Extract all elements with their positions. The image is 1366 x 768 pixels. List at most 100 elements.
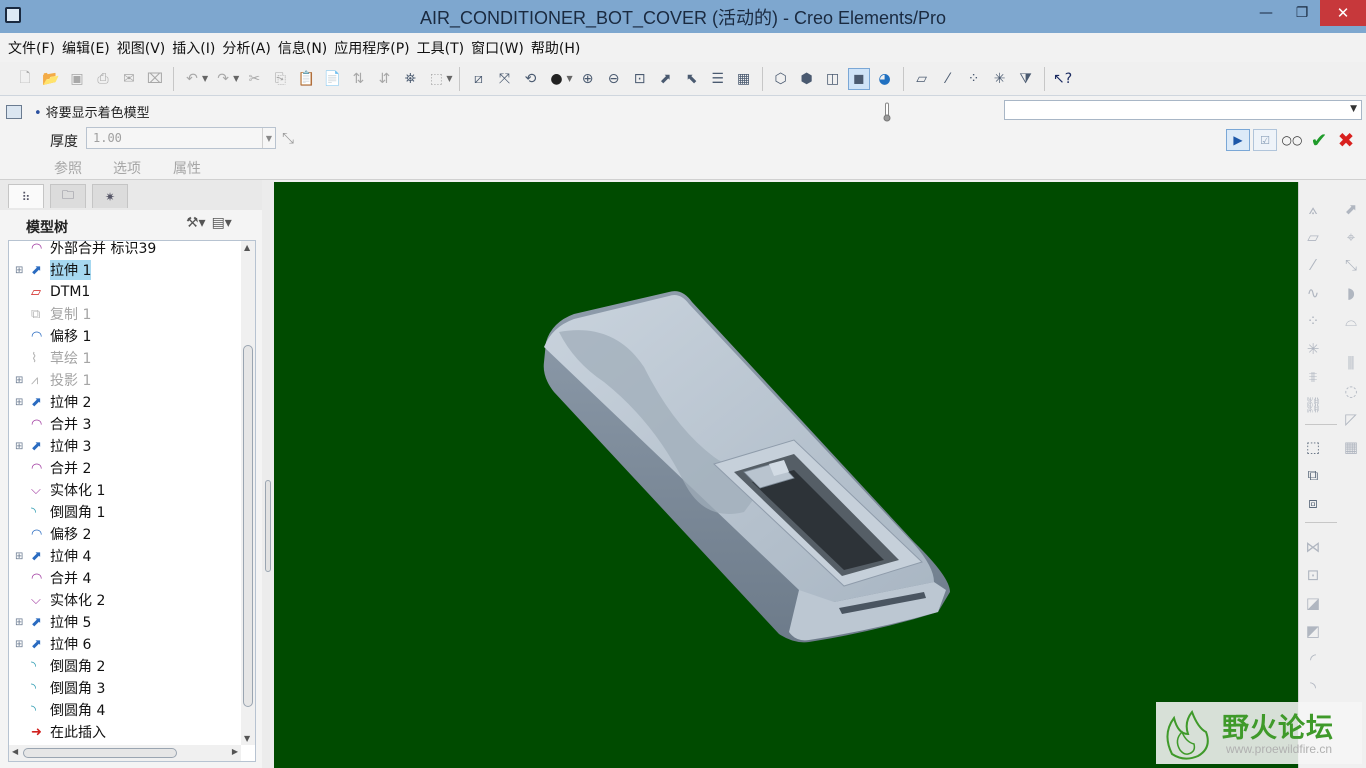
scroll-thumb[interactable] [243, 345, 253, 707]
thickness-input[interactable]: 1.00 [86, 127, 276, 149]
datum-axis-tool-icon[interactable]: ⁄ [1301, 254, 1325, 276]
vertical-scrollbar[interactable]: ▲ ▼ [241, 241, 255, 745]
open-file-icon[interactable]: 📂 [40, 68, 62, 90]
select-box-icon[interactable]: ⬚ [425, 68, 447, 90]
paste-icon[interactable]: 📋 [295, 68, 317, 90]
point-display-icon[interactable]: ⁘ [963, 68, 985, 90]
analysis-tool-icon[interactable]: ⩨ [1301, 366, 1325, 388]
shading-icon[interactable]: ◼ [847, 67, 870, 90]
tree-item[interactable]: ◠ 偏移 1 [9, 325, 241, 347]
thicken-tool-icon[interactable]: ◪ [1301, 592, 1325, 614]
menu-tools[interactable]: 工具(T) [413, 38, 467, 58]
merge-tool-icon[interactable]: ⋈ [1301, 536, 1325, 558]
expand-icon[interactable]: ⊞ [15, 551, 27, 562]
find-binoculars-icon[interactable]: ⛯ [399, 68, 421, 90]
enhanced-realism-icon[interactable]: ◕ [874, 68, 896, 90]
regenerate-icon[interactable]: ⇅ [347, 68, 369, 90]
tab-references[interactable]: 参照 [54, 158, 82, 178]
datum-point-tool-icon[interactable]: ⁘ [1301, 310, 1325, 332]
undo-icon[interactable]: ↶ [181, 68, 203, 90]
spin-center-icon[interactable]: ⤧ [493, 68, 515, 90]
tree-item[interactable]: ⌵ 实体化 1 [9, 479, 241, 501]
tree-item[interactable]: ⌇ 草绘 1 [9, 347, 241, 369]
datum-sketch-icon[interactable]: ⟑ [1301, 198, 1325, 220]
cut-icon[interactable]: ✂ [243, 68, 265, 90]
blend-tool-icon[interactable]: ◗ [1339, 282, 1363, 304]
dashboard-toggle-icon[interactable] [6, 105, 22, 119]
plane-display-icon[interactable]: ▱ [911, 68, 933, 90]
context-help-icon[interactable]: ↖? [1052, 68, 1074, 90]
tree-item[interactable]: ⊞ ⬈ 拉伸 5 [9, 611, 241, 633]
tab-properties[interactable]: 属性 [173, 158, 201, 178]
filter-select[interactable]: ▼ [1004, 100, 1362, 120]
restore-button[interactable]: ❐ [1284, 0, 1320, 26]
tree-item[interactable]: ◝ 倒圆角 3 [9, 677, 241, 699]
flip-direction-icon[interactable]: ⤡ [282, 129, 294, 147]
copy-icon[interactable]: ⎘ [269, 68, 291, 90]
menu-analysis[interactable]: 分析(A) [218, 38, 274, 58]
reorient-icon[interactable]: ⬈ [655, 68, 677, 90]
email-link-icon[interactable]: ⌧ [144, 68, 166, 90]
tree-item[interactable]: ⊞ ⬈ 拉伸 4 [9, 545, 241, 567]
tree-item[interactable]: ◠ 外部合并 标识39 [9, 241, 241, 259]
tree-item[interactable]: ◠ 偏移 2 [9, 523, 241, 545]
tree-item[interactable]: ⌵ 实体化 2 [9, 589, 241, 611]
app-icon[interactable] [5, 7, 21, 23]
tree-item[interactable]: ◝ 倒圆角 2 [9, 655, 241, 677]
thickness-dropdown-icon[interactable]: ▼ [262, 128, 275, 148]
refit-icon[interactable]: ⊡ [629, 68, 651, 90]
expand-icon[interactable]: ⊞ [15, 441, 27, 452]
extrude-tool-icon[interactable]: ⬈ [1339, 198, 1363, 220]
splitter-grip[interactable] [265, 480, 271, 572]
save-icon[interactable]: ▣ [66, 68, 88, 90]
redo-icon[interactable]: ↷ [212, 68, 234, 90]
menu-insert[interactable]: 插入(I) [168, 38, 218, 58]
tree-item[interactable]: ⊞ ⬈ 拉伸 3 [9, 435, 241, 457]
paste-special-icon[interactable]: 📄 [321, 68, 343, 90]
email-icon[interactable]: ✉ [118, 68, 140, 90]
offset-tool-icon[interactable]: ⊡ [1301, 564, 1325, 586]
verify-preview-checkbox[interactable]: ☑ [1253, 129, 1277, 151]
datum-curve-tool-icon[interactable]: ∿ [1301, 282, 1325, 304]
scroll-up-icon[interactable]: ▲ [244, 243, 250, 252]
hscroll-thumb[interactable] [23, 748, 177, 758]
chain-tool-icon[interactable]: ⛓ [1301, 394, 1325, 416]
print-icon[interactable]: ⎙ [92, 68, 114, 90]
expand-icon[interactable]: ⊞ [15, 639, 27, 650]
tree-item[interactable]: ◝ 倒圆角 1 [9, 501, 241, 523]
tree-item[interactable]: ◠ 合并 4 [9, 567, 241, 589]
menu-window[interactable]: 窗口(W) [467, 38, 527, 58]
panel-splitter[interactable] [262, 180, 274, 768]
datum-csys-tool-icon[interactable]: ✳ [1301, 338, 1325, 360]
tree-item[interactable]: ◠ 合并 2 [9, 457, 241, 479]
chamfer-tool-icon[interactable]: ◝ [1301, 676, 1325, 698]
group-tool-icon[interactable]: ⧉ [1301, 464, 1325, 486]
scroll-down-icon[interactable]: ▼ [244, 734, 250, 743]
mirror-tool-icon[interactable]: ⫼ [1339, 352, 1363, 374]
hole-tool-icon[interactable]: ◌ [1339, 380, 1363, 402]
tab-folder-browser[interactable]: 🗀 [50, 184, 86, 208]
expand-icon[interactable]: ⊞ [15, 617, 27, 628]
expand-icon[interactable]: ⊞ [15, 397, 27, 408]
expand-icon[interactable]: ⊞ [15, 375, 27, 386]
new-file-icon[interactable]: 🗋 [14, 68, 36, 90]
shell-tool-icon[interactable]: ◸ [1339, 408, 1363, 430]
menu-view[interactable]: 视图(V) [113, 38, 169, 58]
model-render[interactable] [274, 182, 1298, 768]
tree-item[interactable]: ⊞ ⩘ 投影 1 [9, 369, 241, 391]
solidify-tool-icon[interactable]: ◩ [1301, 620, 1325, 642]
repaint-icon[interactable]: ⧄ [467, 68, 489, 90]
scroll-left-icon[interactable]: ◀ [12, 747, 18, 756]
tree-show-icon[interactable]: ▤▾ [212, 215, 232, 231]
regen-manager-icon[interactable]: ⇵ [373, 68, 395, 90]
round-tool-icon[interactable]: ◜ [1301, 648, 1325, 670]
preview-glasses-icon[interactable]: ○○ [1280, 129, 1304, 151]
tree-item[interactable]: ⊞ ⬈ 拉伸 1 [9, 259, 241, 281]
tree-item[interactable]: ➜ 在此插入 [9, 721, 241, 743]
copy-tool-icon[interactable]: ⧈ [1301, 492, 1325, 514]
menu-applications[interactable]: 应用程序(P) [330, 38, 412, 58]
select-dropdown-icon[interactable]: ▼ [446, 74, 452, 83]
expand-icon[interactable]: ⊞ [15, 265, 27, 276]
scroll-right-icon[interactable]: ▶ [232, 747, 238, 756]
tab-model-tree[interactable]: ⠷ [8, 184, 44, 208]
